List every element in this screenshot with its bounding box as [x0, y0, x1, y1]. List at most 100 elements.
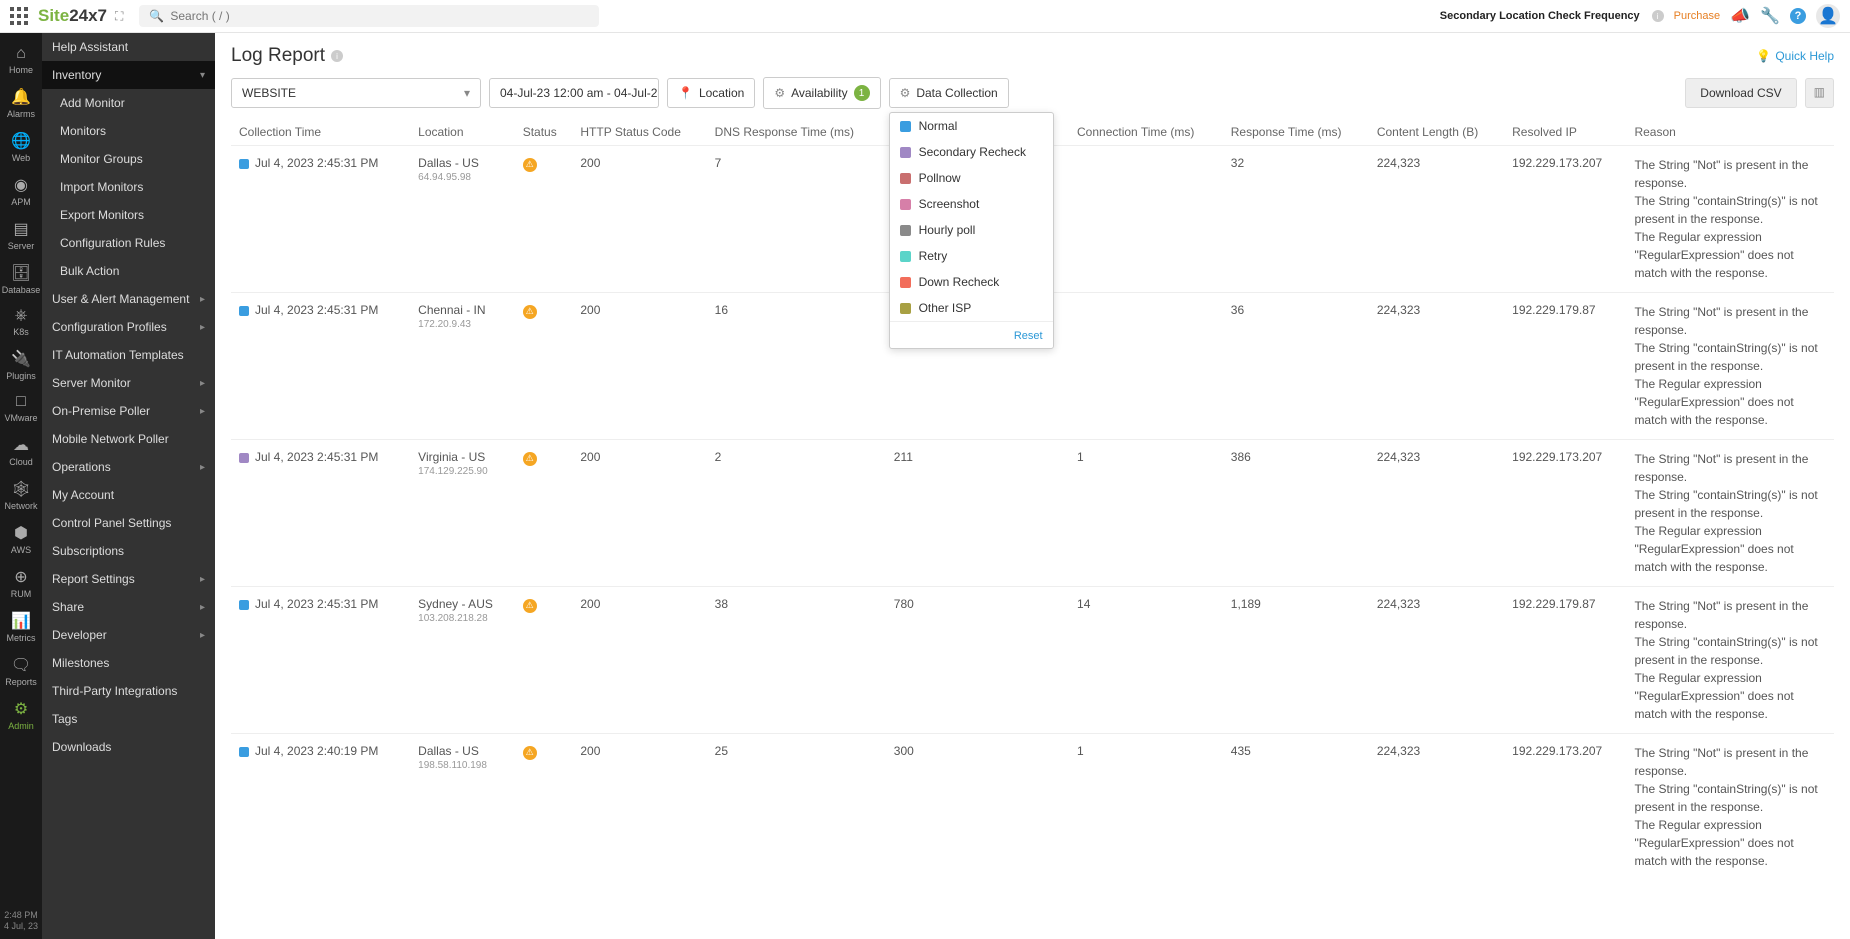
- sidebar-server-monitor[interactable]: Server Monitor▸: [42, 369, 215, 397]
- download-csv-button[interactable]: Download CSV: [1685, 78, 1796, 108]
- location-filter[interactable]: 📍 Location: [667, 78, 755, 108]
- iconbar-database[interactable]: 🗄Database: [0, 257, 42, 301]
- sidebar-monitors[interactable]: Monitors: [42, 117, 215, 145]
- admin-icon: ⚙: [14, 699, 28, 719]
- iconbar-cloud[interactable]: ☁Cloud: [0, 429, 42, 473]
- sidebar-subscriptions[interactable]: Subscriptions: [42, 537, 215, 565]
- sidebar-third-party-integrations[interactable]: Third-Party Integrations: [42, 677, 215, 705]
- announcement-icon[interactable]: 📣: [1730, 6, 1750, 26]
- col-connection-time-ms-[interactable]: Connection Time (ms): [1069, 119, 1223, 146]
- dropdown-option-down-recheck[interactable]: Down Recheck: [890, 269, 1053, 295]
- cell-location: Virginia - US174.129.225.90: [410, 440, 515, 587]
- cell-conn: 14: [1069, 587, 1223, 734]
- purchase-link[interactable]: Purchase: [1674, 10, 1720, 22]
- cell-conn: 1: [1069, 440, 1223, 587]
- apps-grid-icon[interactable]: [10, 7, 28, 25]
- cell-rip: 192.229.173.207: [1504, 734, 1626, 881]
- sidebar-operations[interactable]: Operations▸: [42, 453, 215, 481]
- datacollection-filter[interactable]: ⚙ Data Collection: [889, 78, 1009, 108]
- cell-ssl: 780: [886, 587, 1069, 734]
- sidebar-downloads[interactable]: Downloads: [42, 733, 215, 761]
- dropdown-option-retry[interactable]: Retry: [890, 243, 1053, 269]
- title-info-icon[interactable]: i: [331, 50, 343, 62]
- iconbar-network[interactable]: 🕸Network: [0, 473, 42, 517]
- sidebar-tags[interactable]: Tags: [42, 705, 215, 733]
- dropdown-reset-link[interactable]: Reset: [1014, 330, 1043, 342]
- type-swatch: [239, 747, 249, 757]
- sidebar-inventory[interactable]: Inventory▾: [42, 61, 215, 89]
- sidebar-configuration-profiles[interactable]: Configuration Profiles▸: [42, 313, 215, 341]
- col-reason[interactable]: Reason: [1626, 119, 1834, 146]
- col-resolved-ip[interactable]: Resolved IP: [1504, 119, 1626, 146]
- daterange-select[interactable]: 04-Jul-23 12:00 am - 04-Jul-23 02:48 pm: [489, 78, 659, 108]
- col-content-length-b-[interactable]: Content Length (B): [1369, 119, 1504, 146]
- quick-help-link[interactable]: 💡 Quick Help: [1756, 49, 1834, 63]
- sidebar-bulk-action[interactable]: Bulk Action: [42, 257, 215, 285]
- home-icon: ⌂: [16, 45, 26, 63]
- cell-time: Jul 4, 2023 2:45:31 PM: [231, 587, 410, 734]
- sidebar-help-assistant[interactable]: Help Assistant: [42, 33, 215, 61]
- iconbar-server[interactable]: ▤Server: [0, 213, 42, 257]
- sidebar-developer[interactable]: Developer▸: [42, 621, 215, 649]
- cell-len: 224,323: [1369, 293, 1504, 440]
- iconbar-home[interactable]: ⌂Home: [0, 39, 42, 81]
- type-swatch: [239, 600, 249, 610]
- sidebar-milestones[interactable]: Milestones: [42, 649, 215, 677]
- search-input[interactable]: [170, 9, 589, 23]
- col-response-time-ms-[interactable]: Response Time (ms): [1223, 119, 1369, 146]
- sidebar-add-monitor[interactable]: Add Monitor: [42, 89, 215, 117]
- iconbar-reports[interactable]: 🗨Reports: [0, 649, 42, 693]
- info-icon[interactable]: i: [1652, 10, 1664, 22]
- avatar[interactable]: 👤: [1816, 4, 1840, 28]
- iconbar-k8s[interactable]: ⎈K8s: [0, 301, 42, 343]
- iconbar-vmware[interactable]: □VMware: [0, 387, 42, 429]
- sidebar-it-automation-templates[interactable]: IT Automation Templates: [42, 341, 215, 369]
- sidebar-configuration-rules[interactable]: Configuration Rules: [42, 229, 215, 257]
- dropdown-option-other-isp[interactable]: Other ISP: [890, 295, 1053, 321]
- col-http-status-code[interactable]: HTTP Status Code: [572, 119, 706, 146]
- iconbar-admin[interactable]: ⚙Admin: [0, 693, 42, 737]
- dropdown-option-screenshot[interactable]: Screenshot: [890, 191, 1053, 217]
- web-icon: 🌐: [11, 131, 31, 151]
- col-status[interactable]: Status: [515, 119, 573, 146]
- sidebar-my-account[interactable]: My Account: [42, 481, 215, 509]
- cell-resp: 32: [1223, 146, 1369, 293]
- iconbar-aws[interactable]: ⬢AWS: [0, 517, 42, 561]
- wrench-icon[interactable]: 🔧: [1760, 6, 1780, 26]
- sidebar-mobile-network-poller[interactable]: Mobile Network Poller: [42, 425, 215, 453]
- col-collection-time[interactable]: Collection Time: [231, 119, 410, 146]
- dropdown-option-pollnow[interactable]: Pollnow: [890, 165, 1053, 191]
- expand-icon[interactable]: ⛶: [115, 9, 123, 24]
- iconbar-apm[interactable]: ◉APM: [0, 169, 42, 213]
- sidebar-control-panel-settings[interactable]: Control Panel Settings: [42, 509, 215, 537]
- caret-down-icon: ▾: [464, 86, 470, 100]
- availability-filter[interactable]: ⚙ Availability 1: [763, 77, 880, 109]
- sidebar-monitor-groups[interactable]: Monitor Groups: [42, 145, 215, 173]
- search-input-wrap[interactable]: 🔍: [139, 5, 599, 27]
- iconbar-alarms[interactable]: 🔔Alarms: [0, 81, 42, 125]
- help-icon[interactable]: ?: [1790, 8, 1806, 24]
- col-location[interactable]: Location: [410, 119, 515, 146]
- sidebar-user-alert-management[interactable]: User & Alert Management▸: [42, 285, 215, 313]
- type-swatch: [239, 453, 249, 463]
- iconbar-rum[interactable]: ⊕RUM: [0, 561, 42, 605]
- plugins-icon: 🔌: [11, 349, 31, 369]
- sidebar-report-settings[interactable]: Report Settings▸: [42, 565, 215, 593]
- iconbar-web[interactable]: 🌐Web: [0, 125, 42, 169]
- cell-time: Jul 4, 2023 2:40:19 PM: [231, 734, 410, 881]
- sidebar-import-monitors[interactable]: Import Monitors: [42, 173, 215, 201]
- database-icon: 🗄: [11, 263, 31, 283]
- dropdown-option-secondary-recheck[interactable]: Secondary Recheck: [890, 139, 1053, 165]
- table-row: Jul 4, 2023 2:40:19 PMDallas - US198.58.…: [231, 734, 1834, 881]
- sidebar-share[interactable]: Share▸: [42, 593, 215, 621]
- sidebar-on-premise-poller[interactable]: On-Premise Poller▸: [42, 397, 215, 425]
- sidebar-export-monitors[interactable]: Export Monitors: [42, 201, 215, 229]
- col-dns-response-time-ms-[interactable]: DNS Response Time (ms): [707, 119, 886, 146]
- monitor-type-select[interactable]: WEBSITE▾: [231, 78, 481, 108]
- iconbar-metrics[interactable]: 📊Metrics: [0, 605, 42, 649]
- iconbar-plugins[interactable]: 🔌Plugins: [0, 343, 42, 387]
- dropdown-option-normal[interactable]: Normal: [890, 113, 1053, 139]
- columns-icon[interactable]: ▥: [1805, 78, 1834, 108]
- type-swatch: [239, 306, 249, 316]
- dropdown-option-hourly-poll[interactable]: Hourly poll: [890, 217, 1053, 243]
